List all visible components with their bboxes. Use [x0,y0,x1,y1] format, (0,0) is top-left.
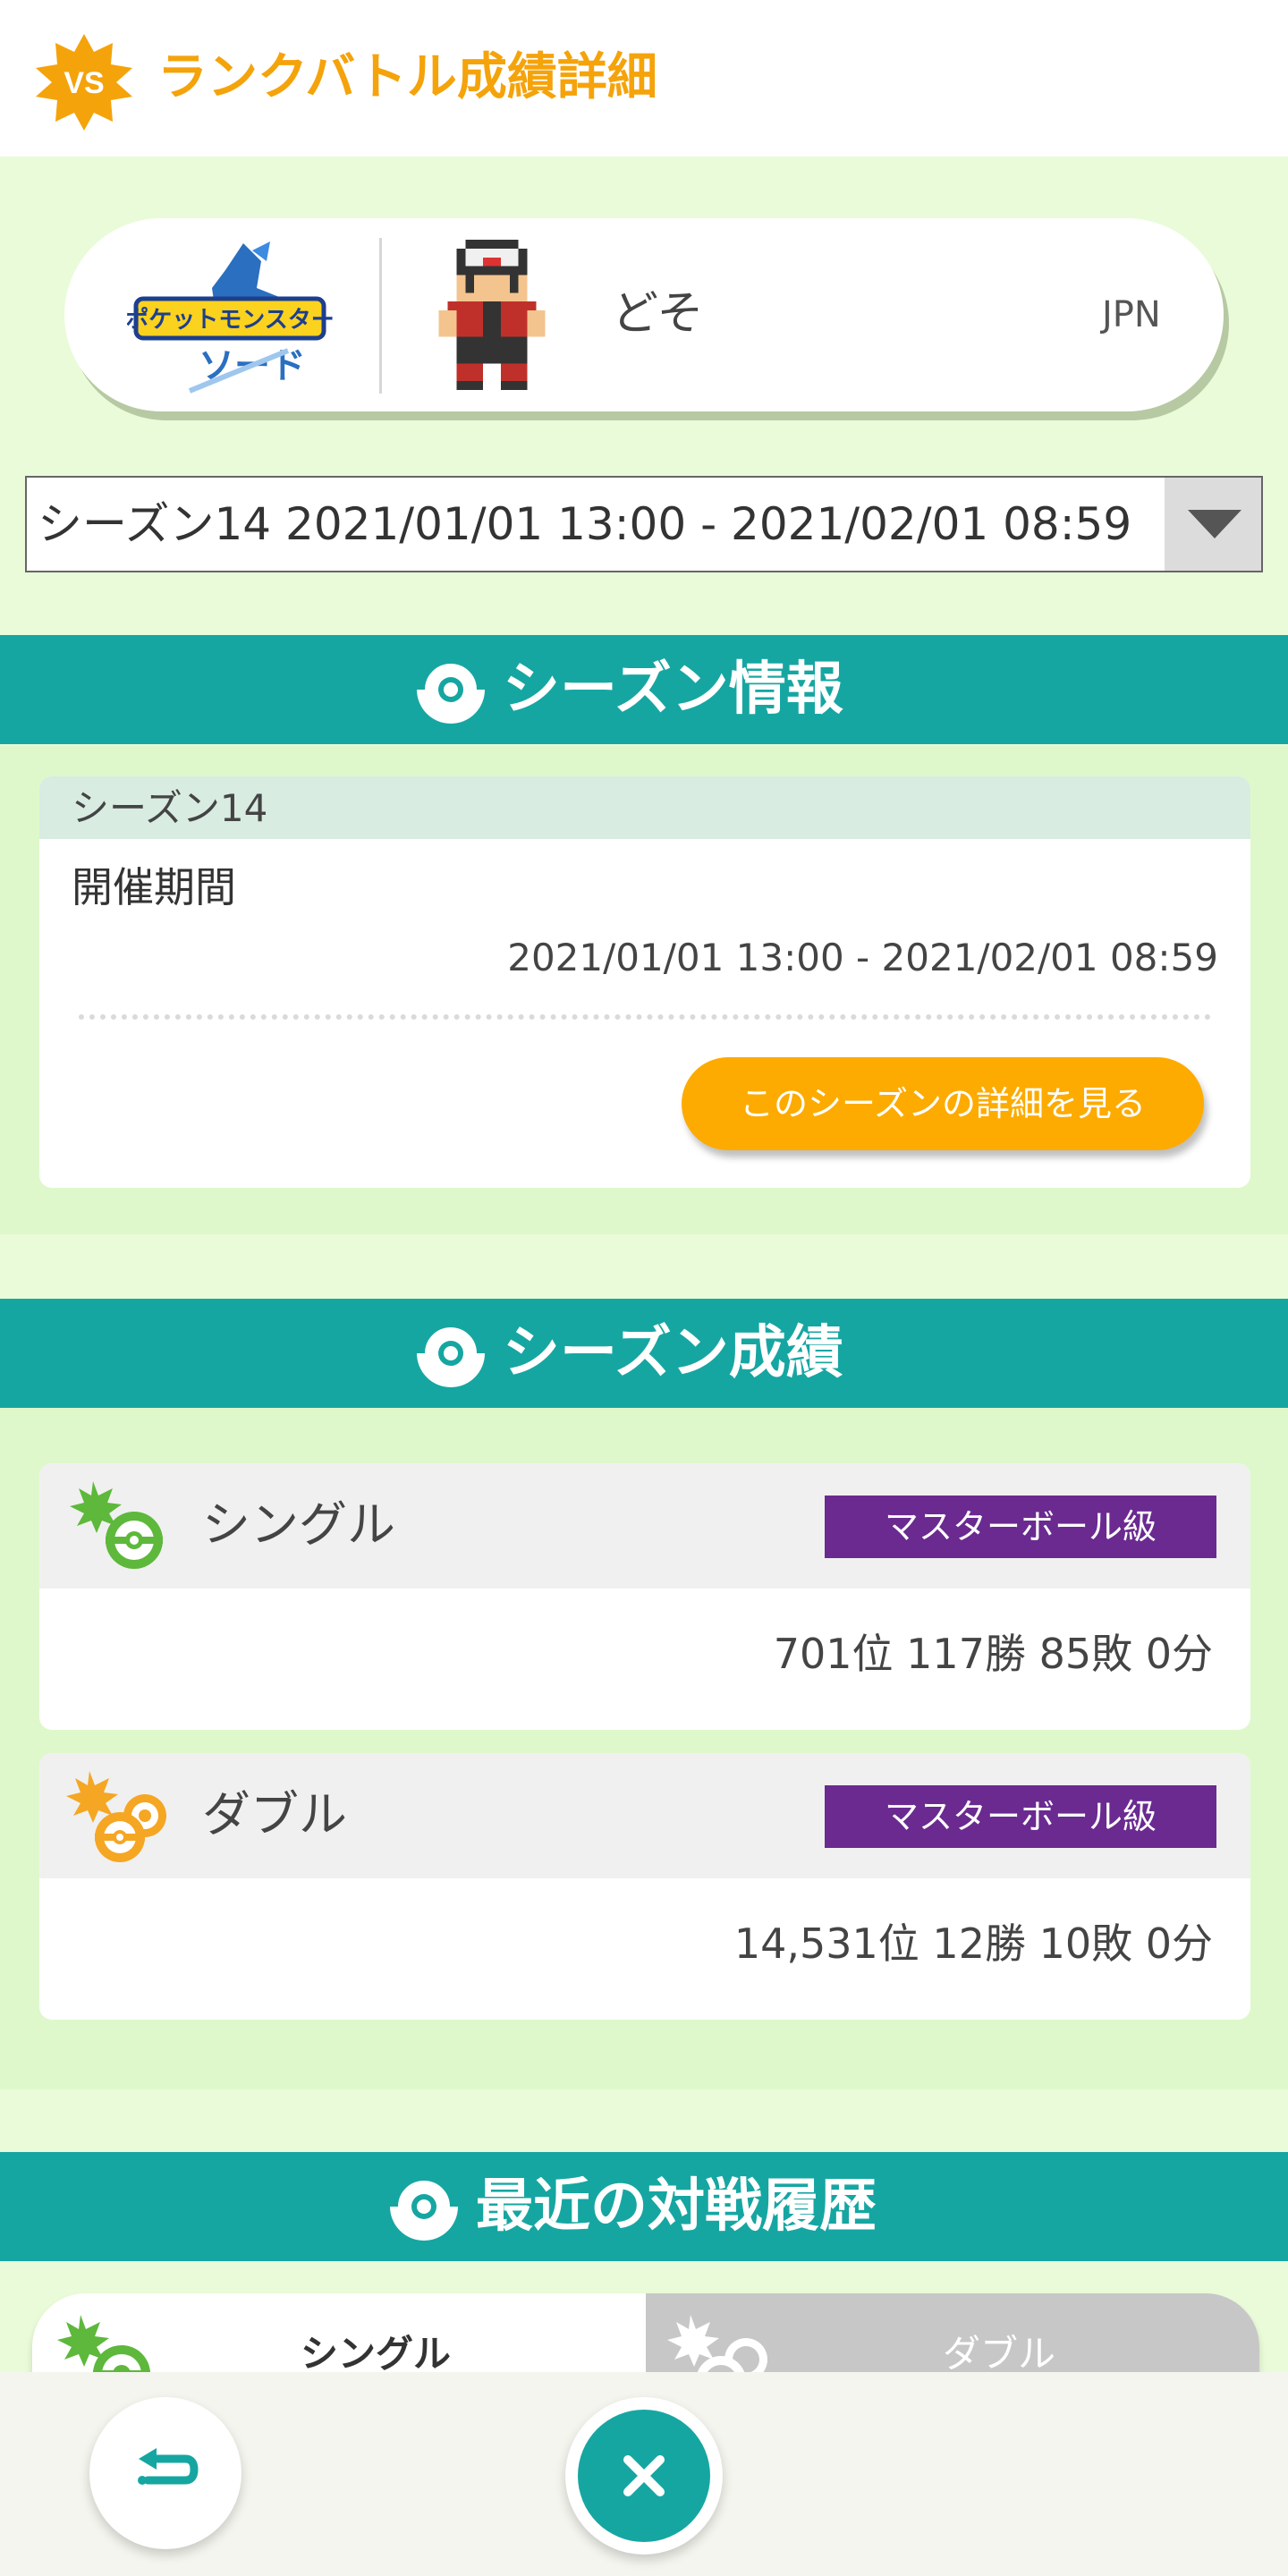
page-title: ランクバトル成績詳細 [157,48,657,106]
app-header: VS ランクバトル成績詳細 [0,0,1288,157]
single-result-card: シングル マスターボール級 701位 117勝 85敗 0分 [39,1463,1250,1730]
recent-history-title: 最近の対戦履歴 [476,2174,877,2240]
season-results-header: シーズン成績 [0,1299,1288,1408]
season-select[interactable]: シーズン14 2021/01/01 13:00 - 2021/02/01 08:… [25,476,1263,572]
chevron-down-icon [1188,510,1241,538]
season-info-title: シーズン情報 [503,657,843,723]
period-value: 2021/01/01 13:00 - 2021/02/01 08:59 [507,936,1218,979]
pokeball-icon [416,655,486,724]
season-select-dropdown-button[interactable] [1165,478,1261,571]
close-button[interactable] [565,2397,723,2555]
vs-badge-text: VS [64,66,104,100]
back-button[interactable] [89,2397,242,2549]
single-result-stats: 701位 117勝 85敗 0分 [773,1630,1213,1678]
double-battle-icon [66,1771,166,1862]
double-battle-name: ダブル [202,1786,347,1843]
season-label: シーズン14 [72,786,268,830]
player-name: どそ [612,287,704,341]
single-battle-name: シングル [202,1496,395,1553]
season-results-title: シーズン成績 [503,1320,843,1386]
pokeball-icon [389,2172,459,2241]
vs-badge-icon: VS [36,34,132,131]
back-arrow-icon [138,2448,199,2485]
trainer-avatar [438,240,546,390]
single-result-head: シングル マスターボール級 [39,1463,1250,1589]
player-region: JPN [1102,294,1161,335]
period-label: 開催期間 [72,863,236,911]
double-rank-badge: マスターボール級 [825,1785,1216,1848]
close-icon [623,2455,665,2496]
game-logo-title: ポケットモンスター [127,306,333,333]
card-divider [379,238,382,394]
pokemon-sword-logo: ポケットモンスター ソード [127,242,333,394]
season-label-bar: シーズン14 [39,776,1250,839]
season-select-value: シーズン14 2021/01/01 13:00 - 2021/02/01 08:… [38,498,1132,550]
single-rank-badge: マスターボール級 [825,1496,1216,1558]
season-info-card: シーズン14 開催期間 2021/01/01 13:00 - 2021/02/0… [39,776,1250,1188]
double-result-card: ダブル マスターボール級 14,531位 12勝 10敗 0分 [39,1753,1250,2020]
double-result-head: ダブル マスターボール級 [39,1753,1250,1878]
profile-card: ポケットモンスター ソード どそ JPN [64,218,1224,411]
pokeball-icon [416,1318,486,1387]
dotted-divider [79,1014,1211,1020]
season-detail-button[interactable]: このシーズンの詳細を見る [682,1057,1204,1150]
season-info-header: シーズン情報 [0,635,1288,744]
single-battle-icon [70,1481,163,1569]
double-result-stats: 14,531位 12勝 10敗 0分 [733,1919,1213,1968]
close-button-core[interactable] [578,2410,710,2542]
recent-history-header: 最近の対戦履歴 [0,2152,1288,2261]
